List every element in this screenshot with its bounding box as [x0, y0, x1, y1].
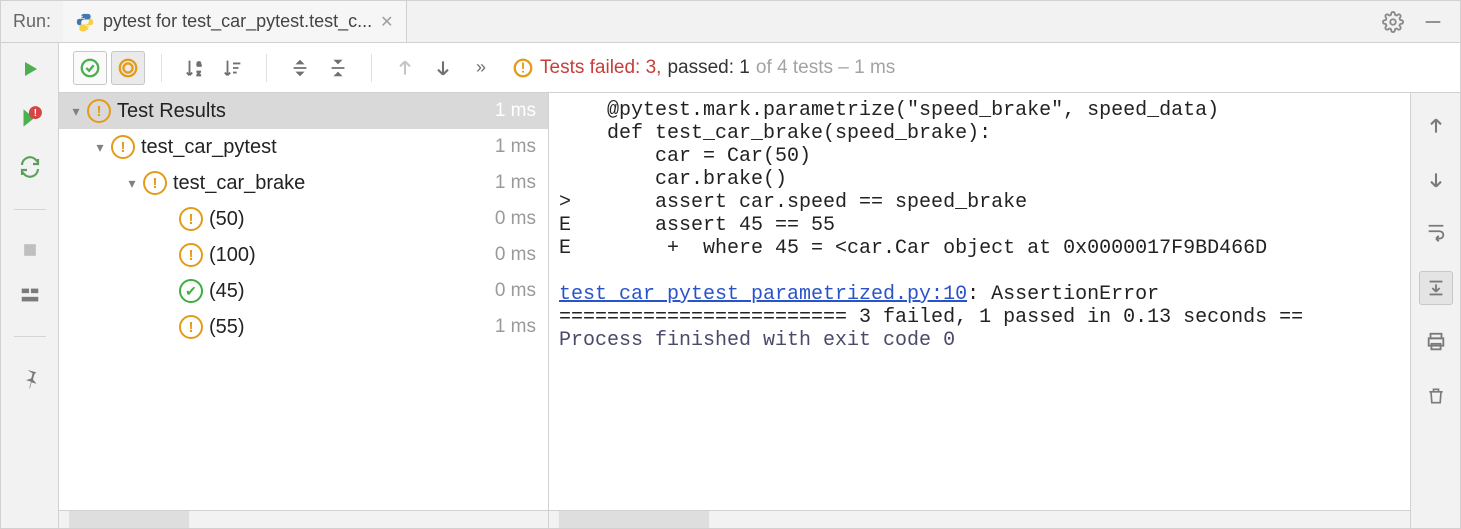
console-exit-line: Process finished with exit code 0	[559, 329, 955, 352]
console-source-link[interactable]: test_car_pytest_parametrized.py:10	[559, 283, 967, 306]
console-output[interactable]: @pytest.mark.parametrize("speed_brake", …	[549, 93, 1410, 510]
summary-passed-count: 1	[739, 57, 750, 78]
close-tab-icon[interactable]: ✕	[380, 12, 393, 32]
rerun-failed-icon[interactable]: !	[17, 105, 43, 131]
run-config-tab[interactable]: pytest for test_car_pytest.test_c... ✕	[63, 1, 407, 42]
svg-text:z: z	[197, 68, 201, 77]
scroll-to-end-icon[interactable]	[1419, 271, 1453, 305]
summary-failed-label: Tests failed:	[540, 57, 640, 78]
layout-icon[interactable]	[19, 284, 41, 306]
status-warn-icon: !	[111, 135, 135, 159]
minimize-icon[interactable]	[1422, 11, 1444, 33]
tree-case-time: 1 ms	[495, 316, 536, 338]
tree-case-row[interactable]: ✔ (45) 0 ms	[59, 273, 548, 309]
console-line: car = Car(50)	[559, 145, 811, 168]
tree-case-time: 0 ms	[495, 280, 536, 302]
tree-case-time: 0 ms	[495, 208, 536, 230]
console-scrollbar[interactable]	[549, 510, 1410, 528]
left-tool-column: !	[1, 43, 59, 528]
next-failed-icon[interactable]	[426, 51, 460, 85]
console-line: E assert 45 == 55	[559, 214, 835, 237]
collapse-all-icon[interactable]	[321, 51, 355, 85]
stop-icon[interactable]	[20, 240, 40, 260]
tree-case-row[interactable]: ! (100) 0 ms	[59, 237, 548, 273]
tree-case-row[interactable]: ! (55) 1 ms	[59, 309, 548, 345]
tree-func-row[interactable]: ▾ ! test_car_brake 1 ms	[59, 165, 548, 201]
tree-root-label: Test Results	[117, 100, 226, 123]
console-line: : AssertionError	[967, 283, 1159, 306]
console-line: > assert car.speed == speed_brake	[559, 191, 1027, 214]
status-pass-icon: ✔	[179, 279, 203, 303]
svg-text:a: a	[197, 59, 202, 68]
tree-case-label: (50)	[209, 208, 245, 231]
test-toolbar: az » Tests failed:	[59, 43, 1460, 93]
status-warn-icon: !	[179, 207, 203, 231]
svg-text:!: !	[33, 108, 36, 119]
status-warn-icon	[512, 57, 534, 79]
tree-root-time: 1 ms	[495, 100, 536, 122]
more-icon[interactable]: »	[464, 51, 498, 85]
expand-all-icon[interactable]	[283, 51, 317, 85]
print-icon[interactable]	[1419, 325, 1453, 359]
tree-case-label: (55)	[209, 316, 245, 339]
tree-root-row[interactable]: ▾ ! Test Results 1 ms	[59, 93, 548, 129]
tree-func-label: test_car_brake	[173, 172, 305, 195]
run-config-tab-title: pytest for test_car_pytest.test_c...	[103, 11, 372, 32]
up-arrow-icon[interactable]	[1419, 109, 1453, 143]
test-tree-pane: ▾ ! Test Results 1 ms ▾ ! test_car_pytes…	[59, 93, 549, 528]
console-line: car.brake()	[559, 168, 787, 191]
summary-tail: of 4 tests – 1 ms	[756, 57, 895, 79]
show-ignored-toggle[interactable]	[111, 51, 145, 85]
tree-case-time: 0 ms	[495, 244, 536, 266]
down-arrow-icon[interactable]	[1419, 163, 1453, 197]
tree-case-row[interactable]: ! (50) 0 ms	[59, 201, 548, 237]
sort-alpha-icon[interactable]: az	[178, 51, 212, 85]
run-tool-window: Run: pytest for test_car_pytest.test_c..…	[0, 0, 1461, 529]
chevron-down-icon[interactable]: ▾	[89, 139, 111, 156]
chevron-down-icon[interactable]: ▾	[65, 103, 87, 120]
tree-func-time: 1 ms	[495, 172, 536, 194]
tree-file-label: test_car_pytest	[141, 136, 277, 159]
chevron-down-icon[interactable]: ▾	[121, 175, 143, 192]
tree-file-row[interactable]: ▾ ! test_car_pytest 1 ms	[59, 129, 548, 165]
trash-icon[interactable]	[1419, 379, 1453, 413]
run-icon[interactable]	[18, 57, 42, 81]
toggle-auto-test-icon[interactable]	[18, 155, 42, 179]
test-summary: Tests failed: 3, passed: 1 of 4 tests – …	[512, 57, 895, 79]
pin-icon[interactable]	[19, 367, 41, 389]
run-label: Run:	[5, 11, 63, 32]
tree-file-time: 1 ms	[495, 136, 536, 158]
console-line: @pytest.mark.parametrize("speed_brake", …	[559, 99, 1219, 122]
gear-icon[interactable]	[1382, 11, 1404, 33]
summary-failed-count: 3,	[646, 57, 662, 78]
status-warn-icon: !	[143, 171, 167, 195]
prev-failed-icon[interactable]	[388, 51, 422, 85]
header-bar: Run: pytest for test_car_pytest.test_c..…	[1, 1, 1460, 43]
tree-case-label: (45)	[209, 280, 245, 303]
tree-scrollbar[interactable]	[59, 510, 548, 528]
soft-wrap-icon[interactable]	[1419, 217, 1453, 251]
status-warn-icon: !	[179, 315, 203, 339]
sort-duration-icon[interactable]	[216, 51, 250, 85]
right-tool-column	[1410, 93, 1460, 528]
python-file-icon	[75, 12, 95, 32]
console-line: ======================== 3 failed, 1 pas…	[559, 306, 1303, 329]
console-line: E + where 45 = <car.Car object at 0x0000…	[559, 237, 1267, 260]
status-warn-icon: !	[179, 243, 203, 267]
tree-case-label: (100)	[209, 244, 256, 267]
show-passed-toggle[interactable]	[73, 51, 107, 85]
summary-passed-label: passed:	[667, 57, 734, 78]
console-pane: @pytest.mark.parametrize("speed_brake", …	[549, 93, 1410, 528]
console-line: def test_car_brake(speed_brake):	[559, 122, 991, 145]
status-warn-icon: !	[87, 99, 111, 123]
